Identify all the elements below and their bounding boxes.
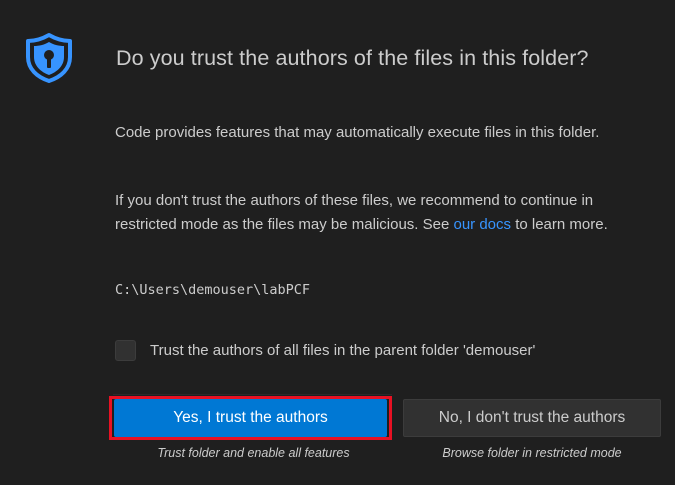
shield-lock-icon <box>26 33 72 83</box>
trust-button-caption: Trust folder and enable all features <box>157 446 350 460</box>
parent-folder-trust-checkbox[interactable] <box>115 340 136 361</box>
folder-path: C:\Users\demouser\labPCF <box>115 282 311 298</box>
trust-button[interactable]: Yes, I trust the authors <box>114 399 387 437</box>
description-text: Code provides features that may automati… <box>115 124 600 141</box>
parent-folder-trust-row: Trust the authors of all files in the pa… <box>115 340 535 361</box>
dont-trust-button[interactable]: No, I don't trust the authors <box>403 399 661 437</box>
dont-trust-button-caption: Browse folder in restricted mode <box>442 446 622 460</box>
parent-folder-trust-label[interactable]: Trust the authors of all files in the pa… <box>150 342 535 359</box>
warning-text: If you don't trust the authors of these … <box>115 189 645 237</box>
workspace-trust-dialog: Do you trust the authors of the files in… <box>0 0 675 485</box>
our-docs-link[interactable]: our docs <box>453 216 511 233</box>
dialog-title: Do you trust the authors of the files in… <box>116 46 589 70</box>
trust-button-focus-line <box>113 394 392 395</box>
warning-text-end: to learn more. <box>511 216 608 233</box>
